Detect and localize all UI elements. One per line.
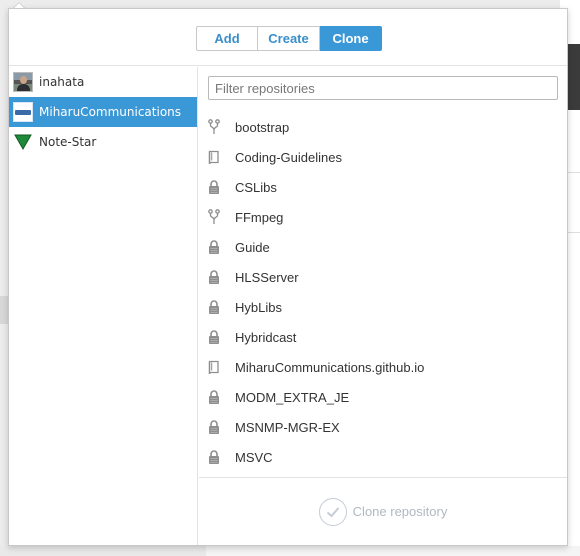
repository-name: HLSServer — [235, 269, 299, 285]
lock-icon — [207, 299, 221, 315]
lock-icon — [207, 419, 221, 435]
tab-create[interactable]: Create — [258, 26, 320, 51]
clone-repository-label: Clone repository — [352, 504, 448, 519]
popover-caret-inner — [14, 3, 24, 8]
check-icon — [318, 497, 347, 526]
clone-popover: Add Create Clone inahata MiharuCommunica… — [8, 3, 568, 546]
repository-item[interactable]: HLSServer — [199, 262, 567, 292]
fork-icon — [207, 119, 221, 135]
repository-item[interactable]: FFmpeg — [199, 202, 567, 232]
account-label: inahata — [39, 75, 85, 89]
org-logo-icon — [13, 102, 33, 122]
mode-segmented-control: Add Create Clone — [196, 26, 382, 51]
repository-name: Hybridcast — [235, 329, 297, 345]
repository-name: MODM_EXTRA_JE — [235, 389, 350, 405]
repository-name: Guide — [235, 239, 270, 255]
lock-icon — [207, 389, 221, 405]
account-label: Note-Star — [39, 135, 97, 149]
repository-item[interactable]: MODM_EXTRA_JE — [199, 382, 567, 412]
background-bottom-left — [0, 546, 206, 556]
popover-header: Add Create Clone — [9, 9, 567, 66]
repository-name: Coding-Guidelines — [235, 149, 342, 165]
clone-footer: Clone repository — [199, 477, 567, 545]
tab-clone[interactable]: Clone — [320, 26, 382, 51]
account-label: MiharuCommunications — [39, 105, 182, 119]
background-dark-panel — [568, 44, 580, 110]
account-list: inahata MiharuCommunications Note-Star — [9, 67, 198, 545]
clone-repository-button[interactable]: Clone repository — [318, 497, 448, 526]
repository-item[interactable]: MSNMP-MGR-EX — [199, 412, 567, 442]
repository-name: bootstrap — [235, 119, 290, 135]
account-item-note-star[interactable]: Note-Star — [9, 127, 197, 157]
account-item-inahata[interactable]: inahata — [9, 67, 197, 97]
repository-item[interactable]: bootstrap — [199, 112, 567, 142]
repository-item[interactable]: MSVC — [199, 442, 567, 472]
lock-icon — [207, 239, 221, 255]
account-item-miharucommunications[interactable]: MiharuCommunications — [9, 97, 197, 127]
fork-icon — [207, 209, 221, 225]
repository-name: MSVC — [235, 449, 273, 465]
repository-list: bootstrap Coding-Guidelines CSLibs FFmpeg Gu… — [199, 112, 567, 472]
filter-repositories-input[interactable] — [208, 76, 558, 100]
repository-item[interactable]: Coding-Guidelines — [199, 142, 567, 172]
repo-book-icon — [207, 149, 221, 165]
repository-pane: bootstrap Coding-Guidelines CSLibs FFmpeg Gu… — [199, 67, 567, 545]
repository-item[interactable]: Guide — [199, 232, 567, 262]
repository-name: CSLibs — [235, 179, 277, 195]
tab-add[interactable]: Add — [196, 26, 258, 51]
repository-item[interactable]: HybLibs — [199, 292, 567, 322]
repository-item[interactable]: MiharuCommunications.github.io — [199, 352, 567, 382]
user-avatar-icon — [13, 72, 33, 92]
repository-name: MiharuCommunications.github.io — [235, 359, 425, 375]
repository-name: FFmpeg — [235, 209, 284, 225]
lock-icon — [207, 449, 221, 465]
lock-icon — [207, 329, 221, 345]
lock-icon — [207, 269, 221, 285]
repository-name: HybLibs — [235, 299, 282, 315]
green-triangle-icon — [13, 132, 33, 152]
background-left-element — [0, 296, 8, 324]
repository-name: MSNMP-MGR-EX — [235, 419, 340, 435]
repository-item[interactable]: Hybridcast — [199, 322, 567, 352]
repository-item[interactable]: CSLibs — [199, 172, 567, 202]
repo-book-icon — [207, 359, 221, 375]
lock-icon — [207, 179, 221, 195]
